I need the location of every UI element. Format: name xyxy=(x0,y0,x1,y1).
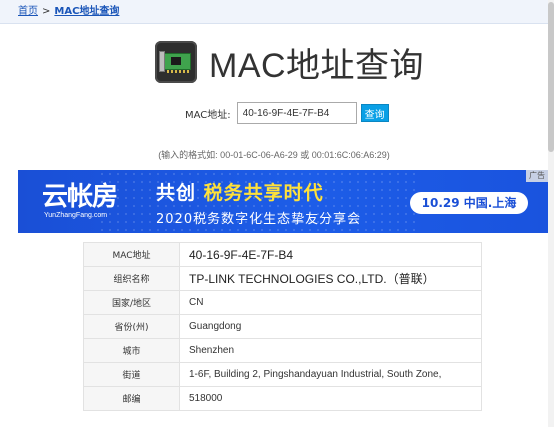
row-key: 街道 xyxy=(83,362,180,387)
row-key: MAC地址 xyxy=(83,242,180,267)
row-value: 40-16-9F-4E-7F-B4 xyxy=(179,242,482,267)
search-form: MAC地址: 查询 xyxy=(185,102,389,124)
row-value: 1-6F, Building 2, Pingshandayuan Industr… xyxy=(179,362,482,387)
query-button[interactable]: 查询 xyxy=(360,104,389,122)
breadcrumb-home-link[interactable]: 首页 xyxy=(18,6,38,17)
network-card-icon xyxy=(155,41,197,83)
table-row: 省份(州) Guangdong xyxy=(83,314,482,339)
row-value: 518000 xyxy=(179,386,482,411)
banner-date-place: 10.29 中国.上海 xyxy=(410,192,528,214)
row-key: 城市 xyxy=(83,338,180,363)
row-key: 国家/地区 xyxy=(83,290,180,315)
table-row: MAC地址 40-16-9F-4E-7F-B4 xyxy=(83,242,482,267)
breadcrumb: 首页 > MAC地址查询 xyxy=(0,0,548,24)
format-hint: (输入的格式如: 00-01-6C-06-A6-29 或 00:01:6C:06… xyxy=(158,150,390,160)
table-row: 邮编 518000 xyxy=(83,386,482,411)
scrollbar-thumb[interactable] xyxy=(548,2,554,152)
table-row: 国家/地区 CN xyxy=(83,290,482,315)
row-key: 省份(州) xyxy=(83,314,180,339)
banner-logo: 云帐房 xyxy=(42,182,118,212)
vertical-scrollbar[interactable] xyxy=(548,0,554,427)
banner-logo-domain: YunZhangFang.com xyxy=(44,212,108,219)
ad-tag: 广告 xyxy=(526,170,548,182)
row-value: Guangdong xyxy=(179,314,482,339)
row-value: CN xyxy=(179,290,482,315)
row-value: Shenzhen xyxy=(179,338,482,363)
banner-subline: 2020税务数字化生态挚友分享会 xyxy=(156,212,362,227)
table-row: 组织名称 TP-LINK TECHNOLOGIES CO.,LTD.（普联） xyxy=(83,266,482,291)
mac-address-input[interactable] xyxy=(236,102,357,124)
row-value: TP-LINK TECHNOLOGIES CO.,LTD.（普联） xyxy=(179,266,482,291)
breadcrumb-current-link[interactable]: MAC地址查询 xyxy=(54,6,119,17)
table-row: 城市 Shenzhen xyxy=(83,338,482,363)
ad-banner[interactable]: 云帐房 YunZhangFang.com 共创 税务共享时代 2020税务数字化… xyxy=(18,170,548,233)
mac-input-label: MAC地址: xyxy=(185,109,231,121)
page-title: MAC地址查询 xyxy=(209,46,425,85)
result-table: MAC地址 40-16-9F-4E-7F-B4 组织名称 TP-LINK TECHN… xyxy=(83,242,482,411)
row-key: 组织名称 xyxy=(83,266,180,291)
breadcrumb-separator: > xyxy=(42,6,51,17)
row-key: 邮编 xyxy=(83,386,180,411)
page-header: MAC地址查询 xyxy=(155,38,424,86)
banner-headline: 共创 税务共享时代 xyxy=(156,182,324,204)
table-row: 街道 1-6F, Building 2, Pingshandayuan Indus… xyxy=(83,362,482,387)
